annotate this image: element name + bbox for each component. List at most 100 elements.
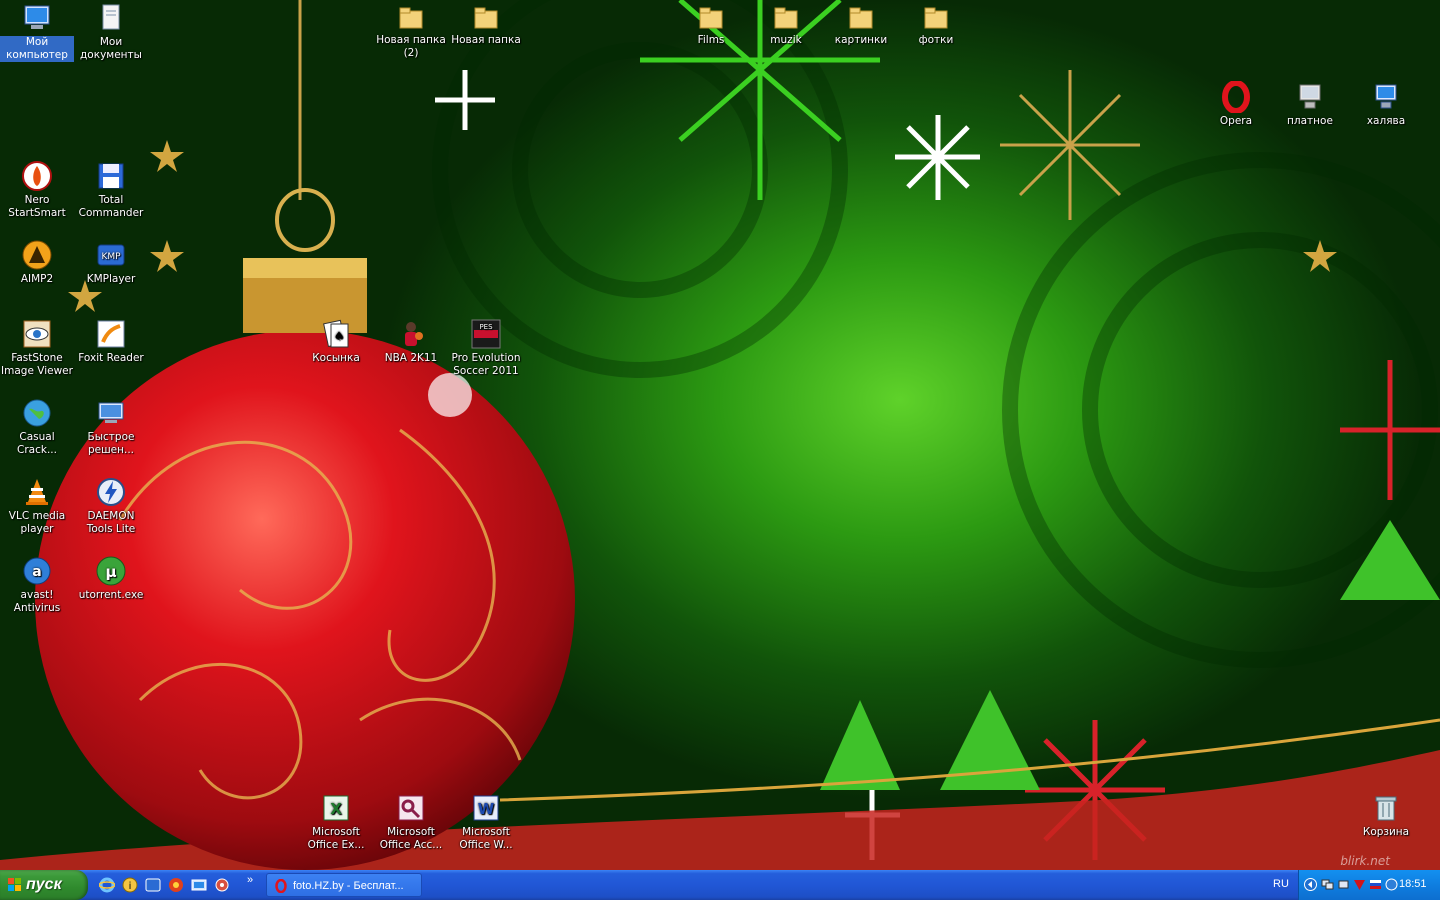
icon-label: Pro Evolution Soccer 2011 <box>451 352 521 377</box>
eye-icon <box>21 318 53 350</box>
ms-word-icon[interactable]: W Microsoft Office W... <box>449 792 523 852</box>
folder-icon <box>923 5 949 31</box>
icon-label: VLC media player <box>8 510 66 535</box>
my-documents-icon[interactable]: Мои документы <box>74 2 148 62</box>
avast-icon[interactable] <box>1385 878 1398 891</box>
pes-2011-icon[interactable]: PES Pro Evolution Soccer 2011 <box>449 318 523 378</box>
info-icon[interactable]: i <box>122 877 138 893</box>
svg-text:µ: µ <box>105 563 116 581</box>
icon-label: Мой компьютер <box>0 36 74 62</box>
svg-text:X: X <box>330 800 342 818</box>
word-icon: W <box>470 792 502 824</box>
films-folder-icon[interactable]: Films <box>674 2 748 47</box>
svg-text:KMP: KMP <box>101 252 121 262</box>
floppy-icon <box>95 160 127 192</box>
excel-icon: X <box>320 792 352 824</box>
antivirus-icon[interactable] <box>1353 878 1366 891</box>
svg-text:PES: PES <box>479 323 493 331</box>
khalyava-icon[interactable]: халява <box>1349 81 1423 128</box>
icon-label: Casual Crack... <box>17 431 57 456</box>
total-commander-icon[interactable]: Total Commander <box>74 160 148 220</box>
ms-access-icon[interactable]: Microsoft Office Acc... <box>374 792 448 852</box>
icon-label: utorrent.exe <box>78 589 144 601</box>
monitor-help-icon <box>95 397 127 429</box>
icon-label: Корзина <box>1362 826 1410 838</box>
kartinki-folder-icon[interactable]: картинки <box>824 2 898 47</box>
new-folder-2-icon[interactable]: Новая папка (2) <box>374 2 448 60</box>
icon-label: muzik <box>770 34 802 46</box>
icon-label: AIMP2 <box>20 273 54 285</box>
nero-icon[interactable]: Nero StartSmart <box>0 160 74 220</box>
icon-label: Nero StartSmart <box>8 194 66 219</box>
basketball-player-icon <box>395 318 427 350</box>
taskbar-window-button[interactable]: foto.HZ.by - Бесплат... <box>266 873 422 897</box>
icon-label: Мои документы <box>80 36 142 61</box>
flag-icon[interactable] <box>1369 878 1382 891</box>
avast-icon[interactable]: a avast! Antivirus <box>0 555 74 615</box>
access-key-icon <box>395 792 427 824</box>
icon-label: Microsoft Office Ex... <box>307 826 365 851</box>
icon-label: FastStone Image Viewer <box>1 352 73 377</box>
daemon-tools-icon[interactable]: DAEMON Tools Lite <box>74 476 148 536</box>
casual-crack-icon[interactable]: Casual Crack... <box>0 397 74 457</box>
aimp-icon <box>21 239 53 271</box>
clock[interactable]: 18:51 <box>1399 878 1427 890</box>
nero-flame-icon <box>21 160 53 192</box>
christmas-wallpaper <box>0 0 1440 870</box>
svg-text:i: i <box>129 881 132 892</box>
settings-icon[interactable] <box>214 877 230 893</box>
nba-2k11-icon[interactable]: NBA 2K11 <box>374 318 448 365</box>
platnoe-icon[interactable]: платное <box>1273 81 1347 128</box>
documents-icon <box>95 2 127 34</box>
desktop: Мой компьютер Мои документы Nero StartSm… <box>0 0 1440 870</box>
bystroe-reshenie-icon[interactable]: Быстрое решен... <box>74 397 148 457</box>
my-computer-icon[interactable]: Мой компьютер <box>0 2 74 62</box>
icon-label: картинки <box>834 34 888 46</box>
faststone-icon[interactable]: FastStone Image Viewer <box>0 318 74 378</box>
aimp2-icon[interactable]: AIMP2 <box>0 239 74 286</box>
new-folder-icon[interactable]: Новая папка <box>449 2 523 47</box>
opera-icon[interactable]: Opera <box>1199 80 1273 128</box>
svg-text:♠: ♠ <box>334 329 345 343</box>
system-tray: 18:51 <box>1298 870 1440 900</box>
pes-logo-icon: PES <box>470 318 502 350</box>
tray-arrow-icon[interactable] <box>1304 878 1317 891</box>
start-label: пуск <box>26 876 62 893</box>
language-indicator[interactable]: RU <box>1273 878 1289 890</box>
icon-label: Foxit Reader <box>78 352 144 364</box>
trash-icon <box>1370 792 1402 824</box>
folder-icon <box>773 5 799 31</box>
network-icon[interactable] <box>1321 878 1334 891</box>
recycle-bin-icon[interactable]: Корзина <box>1349 792 1423 839</box>
show-desktop-icon[interactable] <box>191 877 207 893</box>
opera-icon <box>275 879 287 893</box>
start-button[interactable]: пуск <box>0 870 88 900</box>
icon-label: платное <box>1287 115 1333 127</box>
icon-label: avast! Antivirus <box>13 589 61 614</box>
icon-label: Быстрое решен... <box>87 431 135 456</box>
icon-label: Films <box>697 34 725 46</box>
icon-label: Новая папка <box>451 34 521 46</box>
network-computer-icon <box>1370 81 1402 113</box>
icon-label: Microsoft Office W... <box>459 826 513 851</box>
vlc-icon[interactable]: VLC media player <box>0 476 74 536</box>
chevron-right-icon[interactable]: » <box>247 874 253 886</box>
network-icon[interactable] <box>1337 878 1350 891</box>
icon-label: Новая папка (2) <box>376 34 446 59</box>
icon-label: фотки <box>918 34 954 46</box>
folder-icon <box>398 5 424 31</box>
kmplayer-icon[interactable] <box>145 877 161 893</box>
kosynka-icon[interactable]: ♠ Косынка <box>299 318 373 365</box>
utorrent-icon[interactable]: µ utorrent.exe <box>74 555 148 602</box>
icon-label: KMPlayer <box>86 273 136 285</box>
browser-icon[interactable] <box>168 877 184 893</box>
kmplayer-icon[interactable]: KMP KMPlayer <box>74 239 148 286</box>
cards-icon: ♠ <box>320 318 352 350</box>
ie-icon[interactable] <box>99 877 115 893</box>
muzik-folder-icon[interactable]: muzik <box>749 2 823 47</box>
fotki-folder-icon[interactable]: фотки <box>899 2 973 47</box>
foxit-reader-icon[interactable]: Foxit Reader <box>74 318 148 365</box>
globe-icon <box>21 397 53 429</box>
computer-icon <box>21 2 53 34</box>
ms-excel-icon[interactable]: X Microsoft Office Ex... <box>299 792 373 852</box>
